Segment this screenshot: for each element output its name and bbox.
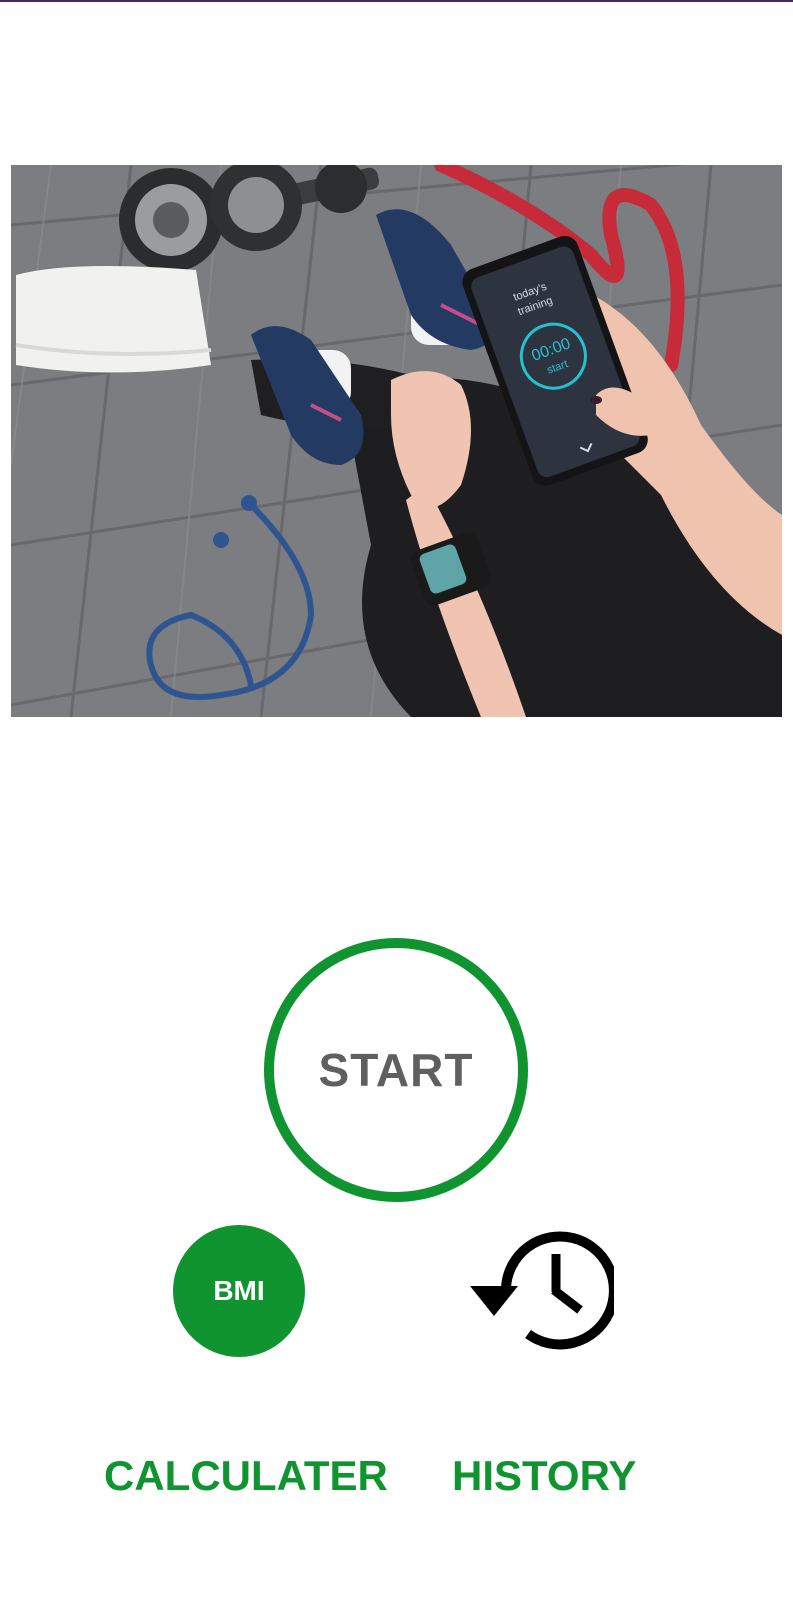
history-icon (470, 1231, 619, 1350)
towel (16, 266, 211, 373)
nail-polish (590, 396, 602, 404)
hero-image: today's training 00:00 start (11, 165, 782, 717)
fitness-photo: today's training 00:00 start (11, 165, 782, 717)
history-caption[interactable]: HISTORY (452, 1452, 636, 1500)
status-bar-divider (0, 0, 793, 2)
bmi-calculator-caption[interactable]: CALCULATER (104, 1452, 388, 1500)
bmi-label: BMI (213, 1275, 265, 1306)
start-label: START (318, 1044, 474, 1096)
bmi-button[interactable]: BMI (173, 1225, 305, 1357)
start-button[interactable]: START (264, 938, 528, 1202)
history-button[interactable] (470, 1218, 619, 1362)
